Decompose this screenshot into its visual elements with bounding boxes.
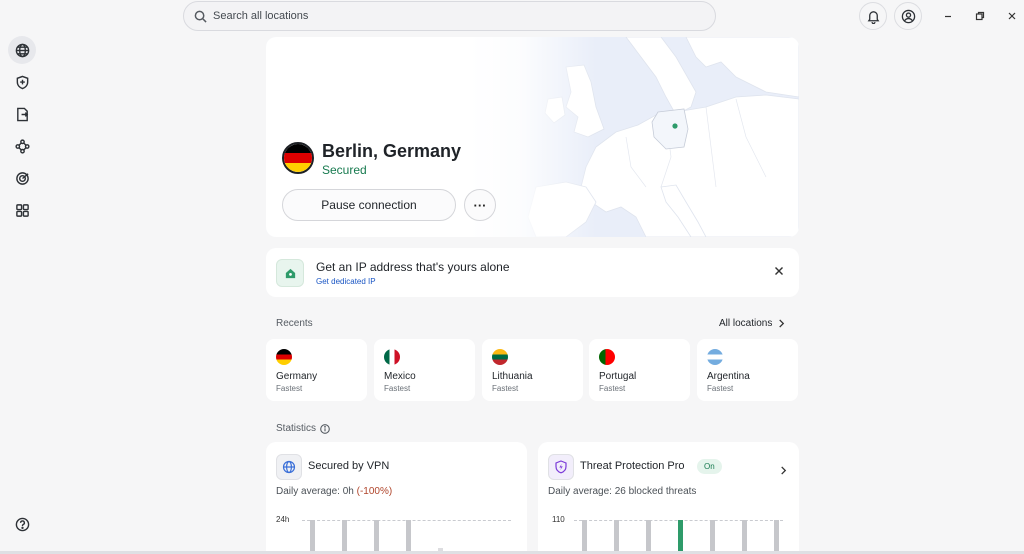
connected-location: Berlin, Germany — [322, 141, 462, 161]
banner-close-button[interactable] — [771, 263, 787, 279]
account-button[interactable] — [894, 2, 922, 30]
minimize-button[interactable] — [938, 6, 958, 26]
recent-location-card[interactable]: Argentina Fastest — [697, 339, 798, 401]
chart-bar — [406, 520, 411, 554]
bell-icon — [867, 10, 879, 24]
vpn-daily-text: Daily average: 0h — [276, 486, 357, 497]
recent-location-card[interactable]: Germany Fastest — [266, 339, 367, 401]
search-bar[interactable] — [183, 1, 716, 31]
threat-shield-icon — [548, 454, 574, 480]
chart-bar — [582, 520, 587, 554]
vpn-stats-card[interactable]: Secured by VPN Daily average: 0h (-100%)… — [266, 442, 527, 554]
help-icon — [15, 517, 29, 531]
restore-button[interactable] — [970, 6, 990, 26]
threat-blocked-chart — [538, 512, 799, 554]
germany-flag-icon — [276, 349, 292, 365]
connection-card: Berlin, Germany Secured Pause connection… — [266, 37, 799, 237]
nav-globe[interactable] — [8, 36, 36, 64]
globe-icon — [15, 43, 29, 57]
nav-apps[interactable] — [8, 196, 36, 224]
recent-location-name: Argentina — [707, 371, 750, 382]
statistics-title: Statistics — [276, 423, 317, 434]
info-icon[interactable] — [320, 423, 330, 434]
threat-chevron[interactable] — [780, 462, 787, 480]
chart-bar — [374, 520, 379, 554]
all-locations-label: All locations — [719, 318, 773, 329]
close-icon — [775, 267, 783, 275]
chart-bar — [678, 520, 683, 554]
chart-bar — [310, 520, 315, 554]
recent-location-sub: Fastest — [707, 384, 734, 393]
banner-title: Get an IP address that's yours alone — [316, 260, 510, 274]
search-input[interactable] — [213, 10, 693, 22]
argentina-flag-icon — [707, 349, 723, 365]
nav-file-share[interactable] — [8, 100, 36, 128]
threat-protection-title: Threat Protection Pro — [580, 460, 685, 472]
connection-status: Secured — [322, 163, 367, 177]
close-icon — [1008, 12, 1016, 20]
vpn-stats-title: Secured by VPN — [308, 460, 390, 472]
vpn-globe-icon — [276, 454, 302, 480]
sidebar — [0, 0, 44, 554]
threat-daily-average: Daily average: 26 blocked threats — [548, 486, 697, 497]
help-button[interactable] — [8, 510, 36, 538]
file-transfer-icon — [16, 107, 28, 121]
restore-icon — [975, 11, 985, 21]
get-dedicated-ip-link[interactable]: Get dedicated IP — [316, 277, 376, 286]
recent-location-card[interactable]: Mexico Fastest — [374, 339, 475, 401]
recent-location-name: Mexico — [384, 371, 416, 382]
minimize-icon — [945, 15, 951, 18]
vpn-usage-chart — [266, 512, 527, 554]
chart-bar — [710, 520, 715, 554]
mexico-flag-icon — [384, 349, 400, 365]
chart-bar — [342, 520, 347, 554]
status-badge: On — [697, 459, 722, 474]
all-locations-link[interactable]: All locations — [719, 318, 785, 329]
dedicated-ip-icon — [276, 259, 304, 287]
lithuania-flag-icon — [492, 349, 508, 365]
recent-location-sub: Fastest — [599, 384, 626, 393]
recent-location-sub: Fastest — [492, 384, 519, 393]
recent-location-name: Lithuania — [492, 371, 533, 382]
nav-threat-protection[interactable] — [8, 68, 36, 96]
recent-location-sub: Fastest — [276, 384, 303, 393]
vpn-daily-average: Daily average: 0h (-100%) — [276, 486, 392, 497]
recent-location-name: Portugal — [599, 371, 637, 382]
recent-location-sub: Fastest — [384, 384, 411, 393]
germany-flag-icon — [282, 142, 314, 174]
threat-protection-card[interactable]: Threat Protection Pro On Daily average: … — [538, 442, 799, 554]
notifications-button[interactable] — [859, 2, 887, 30]
recent-location-card[interactable]: Lithuania Fastest — [482, 339, 583, 401]
meshnet-icon — [14, 138, 30, 154]
close-window-button[interactable] — [1002, 6, 1022, 26]
shield-icon — [16, 75, 28, 89]
statistics-label: Statistics — [276, 423, 330, 434]
vpn-daily-change: (-100%) — [356, 486, 393, 497]
recent-location-name: Germany — [276, 371, 318, 382]
nav-dark-web-monitor[interactable] — [8, 164, 36, 192]
portugal-flag-icon — [599, 349, 615, 365]
recents-label: Recents — [276, 318, 313, 329]
more-options-button[interactable]: ··· — [464, 189, 496, 221]
chevron-right-icon — [781, 466, 787, 475]
chart-bar — [646, 520, 651, 554]
chart-bar — [614, 520, 619, 554]
dedicated-ip-banner: Get an IP address that's yours alone Get… — [266, 248, 799, 297]
pause-connection-button[interactable]: Pause connection — [282, 189, 456, 221]
target-icon — [15, 171, 29, 185]
chevron-right-icon — [779, 319, 785, 328]
account-icon — [901, 9, 915, 23]
recent-location-card[interactable]: Portugal Fastest — [589, 339, 690, 401]
nav-meshnet[interactable] — [8, 132, 36, 160]
chart-bar — [774, 520, 779, 554]
apps-grid-icon — [15, 203, 29, 217]
search-icon — [194, 10, 207, 23]
chart-bar — [742, 520, 747, 554]
